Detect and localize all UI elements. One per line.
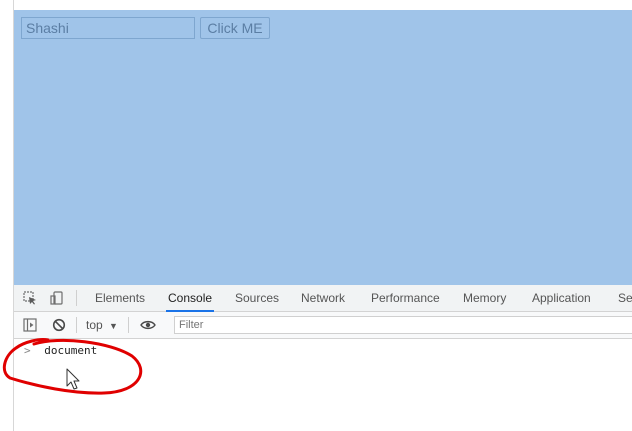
console-prompt-line[interactable]: > document	[24, 343, 97, 359]
chevron-down-icon: ▼	[109, 321, 118, 331]
console-toolbar: top ▼	[14, 312, 632, 339]
tab-network[interactable]: Network	[301, 285, 345, 311]
screen: Click ME Elements Console Sources Networ…	[0, 0, 632, 431]
name-input[interactable]	[21, 17, 195, 39]
console-filter-input[interactable]	[174, 316, 632, 334]
clear-console-icon[interactable]	[52, 318, 66, 332]
click-me-button[interactable]: Click ME	[200, 17, 270, 39]
execution-context-label: top	[86, 318, 103, 332]
tab-console[interactable]: Console	[165, 285, 215, 312]
tab-performance[interactable]: Performance	[371, 285, 440, 311]
execution-context-select[interactable]: top ▼	[86, 312, 118, 338]
inspect-element-icon[interactable]	[23, 291, 37, 305]
console-input-text: document	[44, 344, 98, 357]
prompt-chevron: >	[24, 344, 31, 357]
live-expression-eye-icon[interactable]	[140, 318, 156, 332]
tabbar-separator	[76, 290, 77, 306]
tab-memory[interactable]: Memory	[463, 285, 506, 311]
tab-application[interactable]: Application	[532, 285, 591, 311]
browser-top-edge	[14, 0, 632, 10]
window-left-edge	[0, 0, 14, 431]
toolbar-separator-2	[128, 317, 129, 333]
console-output[interactable]: > document	[14, 339, 632, 431]
toolbar-separator	[76, 317, 77, 333]
console-sidebar-icon[interactable]	[23, 318, 37, 332]
page-viewport: Click ME	[14, 10, 632, 285]
devtools-panel: Elements Console Sources Network Perform…	[14, 285, 632, 431]
tab-elements[interactable]: Elements	[95, 285, 145, 311]
tab-sources[interactable]: Sources	[235, 285, 279, 311]
tab-overflow[interactable]: Se	[618, 285, 632, 311]
devtools-tabbar: Elements Console Sources Network Perform…	[14, 285, 632, 312]
device-toggle-icon[interactable]	[50, 291, 64, 305]
